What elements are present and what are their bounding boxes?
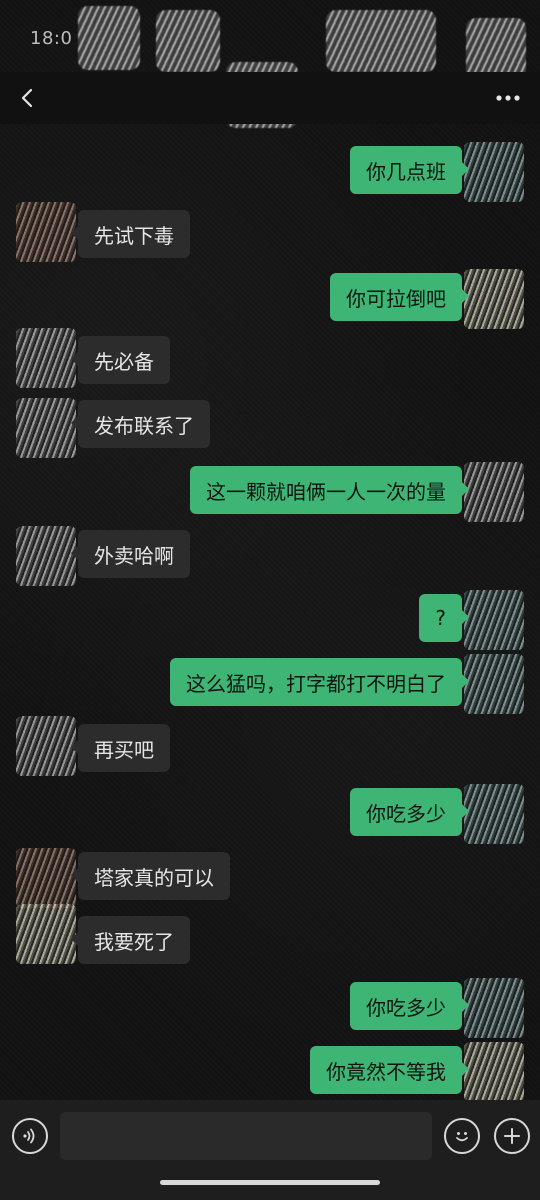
- privacy-scribble: [326, 10, 436, 72]
- avatar[interactable]: [16, 526, 76, 586]
- more-button[interactable]: [490, 82, 526, 114]
- avatar[interactable]: [16, 904, 76, 964]
- avatar[interactable]: [464, 978, 524, 1038]
- message-row: 这么猛吗，打字都打不明白了: [0, 650, 540, 714]
- message-row: 你吃多少: [0, 780, 540, 844]
- message-row: 先必备: [0, 328, 540, 392]
- avatar[interactable]: [464, 590, 524, 650]
- status-time: 18:0: [30, 28, 73, 49]
- avatar[interactable]: [16, 328, 76, 388]
- avatar[interactable]: [16, 716, 76, 776]
- avatar[interactable]: [464, 462, 524, 522]
- message-bubble-sent[interactable]: 你可拉倒吧: [330, 273, 469, 321]
- privacy-scribble: [156, 10, 220, 72]
- message-bubble-sent[interactable]: 这一颗就咱俩一人一次的量: [190, 466, 469, 514]
- input-bar: [0, 1100, 540, 1200]
- message-row: ?: [0, 586, 540, 650]
- message-bubble-sent[interactable]: 你几点班: [350, 146, 469, 194]
- message-row: 你几点班: [0, 138, 540, 202]
- privacy-scribble: [78, 6, 140, 70]
- message-row: 你竟然不等我: [0, 1038, 540, 1100]
- avatar[interactable]: [464, 269, 524, 329]
- message-list[interactable]: 你几点班 先试下毒 你可拉倒吧 先必备 发布联系了 这一颗就咱俩一人一次的量 外…: [0, 124, 540, 1100]
- message-row: 你吃多少: [0, 974, 540, 1038]
- message-row: 先试下毒: [0, 202, 540, 266]
- avatar[interactable]: [16, 848, 76, 908]
- avatar[interactable]: [464, 784, 524, 844]
- avatar[interactable]: [16, 398, 76, 458]
- message-bubble-received[interactable]: 再买吧: [71, 724, 170, 772]
- back-button[interactable]: [8, 78, 48, 118]
- message-bubble-sent[interactable]: ?: [419, 594, 469, 642]
- message-bubble-received[interactable]: 先试下毒: [71, 210, 190, 258]
- message-row: 再买吧: [0, 716, 540, 780]
- plus-icon: [504, 1128, 520, 1144]
- message-bubble-received[interactable]: 发布联系了: [71, 400, 210, 448]
- avatar[interactable]: [464, 142, 524, 202]
- voice-button[interactable]: [12, 1118, 48, 1154]
- message-bubble-sent[interactable]: 你竟然不等我: [310, 1046, 469, 1094]
- message-row: 塔家真的可以: [0, 844, 540, 908]
- emoji-icon: [456, 1132, 468, 1142]
- message-bubble-received[interactable]: 塔家真的可以: [71, 852, 230, 900]
- message-row: 我要死了: [0, 904, 540, 972]
- message-input[interactable]: [60, 1112, 432, 1160]
- avatar[interactable]: [464, 654, 524, 714]
- more-dots-icon: [496, 95, 520, 101]
- message-row: 发布联系了: [0, 392, 540, 458]
- message-bubble-received[interactable]: 先必备: [71, 336, 170, 384]
- emoji-button[interactable]: [444, 1118, 480, 1154]
- message-bubble-sent[interactable]: 你吃多少: [350, 788, 469, 836]
- avatar[interactable]: [464, 1042, 524, 1100]
- message-bubble-sent[interactable]: 你吃多少: [350, 982, 469, 1030]
- home-indicator[interactable]: [160, 1180, 380, 1185]
- nav-bar: [0, 72, 540, 124]
- avatar[interactable]: [16, 202, 76, 262]
- message-row: 你可拉倒吧: [0, 265, 540, 329]
- message-bubble-received[interactable]: 外卖哈啊: [71, 530, 190, 578]
- chevron-left-icon: [21, 88, 33, 108]
- message-bubble-sent[interactable]: 这么猛吗，打字都打不明白了: [170, 658, 469, 706]
- message-row: 外卖哈啊: [0, 522, 540, 586]
- voice-icon: [23, 1128, 35, 1144]
- plus-button[interactable]: [494, 1118, 530, 1154]
- message-row: 这一颗就咱俩一人一次的量: [0, 458, 540, 522]
- message-bubble-received[interactable]: 我要死了: [71, 916, 190, 964]
